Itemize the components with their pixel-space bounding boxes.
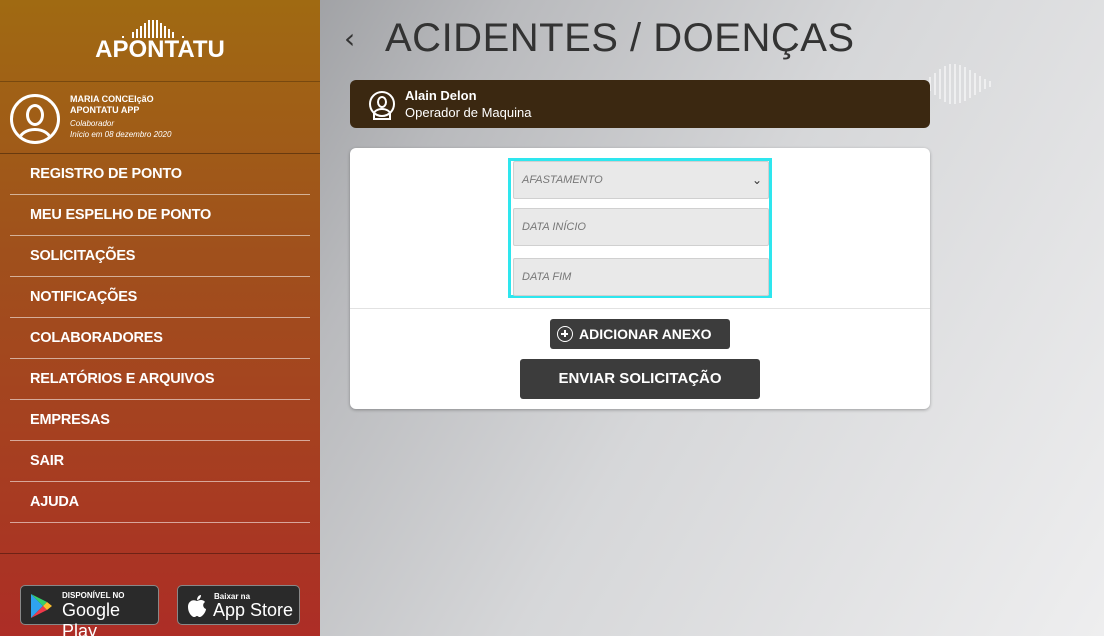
sidebar-item-solicitacoes[interactable]: SOLICITAÇÕES [10,236,310,277]
google-play-label: Google Play [62,600,121,636]
brand-name: APONTATU [95,36,225,63]
google-play-badge[interactable]: DISPONÍVEL NO Google Play [20,585,159,636]
sidebar-divider [0,553,320,554]
start-date-placeholder: DATA INÍCIO [522,221,586,233]
employee-bar: Alain Delon Operador de Maquina [350,80,930,128]
plus-circle-icon [557,326,573,342]
end-date-placeholder: DATA FIM [522,271,572,283]
sidebar-item-notificacoes[interactable]: NOTIFICAÇÕES [10,277,310,318]
sidebar-item-relatorios-e-arquivos[interactable]: RELATÓRIOS E ARQUIVOS [10,359,310,400]
submit-request-button[interactable]: ENVIAR SOLICITAÇÃO [520,359,760,399]
profile-name: MARIA CONCEIçãO [70,94,154,104]
user-icon [369,91,395,120]
back-chevron-icon[interactable]: ‹ [344,22,355,55]
form-fields-group: AFASTAMENTO ⌄ DATA INÍCIO DATA FIM [508,158,772,298]
logo-bars-icon [122,18,188,38]
app-store-label: App Store [213,600,294,620]
add-attachment-button[interactable]: ADICIONAR ANEXO [550,319,730,349]
add-attachment-label: ADICIONAR ANEXO [579,326,712,342]
absence-type-select[interactable]: AFASTAMENTO ⌄ [513,161,769,199]
google-play-icon [31,594,52,618]
sidebar-item-colaboradores[interactable]: COLABORADORES [10,318,310,359]
profile-role: Colaborador [70,119,115,128]
sidebar: APONTATU MARIA CONCEIçãO APONTATU APP Co… [0,0,320,636]
sidebar-nav: REGISTRO DE PONTO MEU ESPELHO DE PONTO S… [10,154,310,523]
avatar-icon [10,94,60,144]
decorative-bars-icon [924,62,1044,106]
sidebar-item-meu-espelho-de-ponto[interactable]: MEU ESPELHO DE PONTO [10,195,310,236]
sidebar-item-empresas[interactable]: EMPRESAS [10,400,310,441]
request-form-card: AFASTAMENTO ⌄ DATA INÍCIO DATA FIM ADICI… [350,148,930,409]
sidebar-item-registro-de-ponto[interactable]: REGISTRO DE PONTO [10,154,310,195]
google-play-small: DISPONÍVEL NO [62,591,125,600]
employee-role: Operador de Maquina [405,105,532,120]
app-store-badge[interactable]: Baixar na App Store [177,585,300,625]
absence-type-placeholder: AFASTAMENTO [522,174,603,186]
profile-since: Início em 08 dezembro 2020 [70,130,172,139]
page-title: ACIDENTES / DOENÇAS [385,16,855,60]
card-divider [350,308,930,309]
user-profile[interactable]: MARIA CONCEIçãO APONTATU APP Colaborador… [0,82,320,154]
profile-company: APONTATU APP [70,105,140,115]
employee-name: Alain Delon [405,88,477,103]
end-date-field[interactable]: DATA FIM [513,258,769,296]
apple-icon [188,595,206,617]
chevron-down-icon: ⌄ [751,173,762,187]
start-date-field[interactable]: DATA INÍCIO [513,208,769,246]
logo[interactable]: APONTATU [0,0,320,82]
sidebar-item-ajuda[interactable]: AJUDA [10,482,310,523]
sidebar-item-sair[interactable]: SAIR [10,441,310,482]
